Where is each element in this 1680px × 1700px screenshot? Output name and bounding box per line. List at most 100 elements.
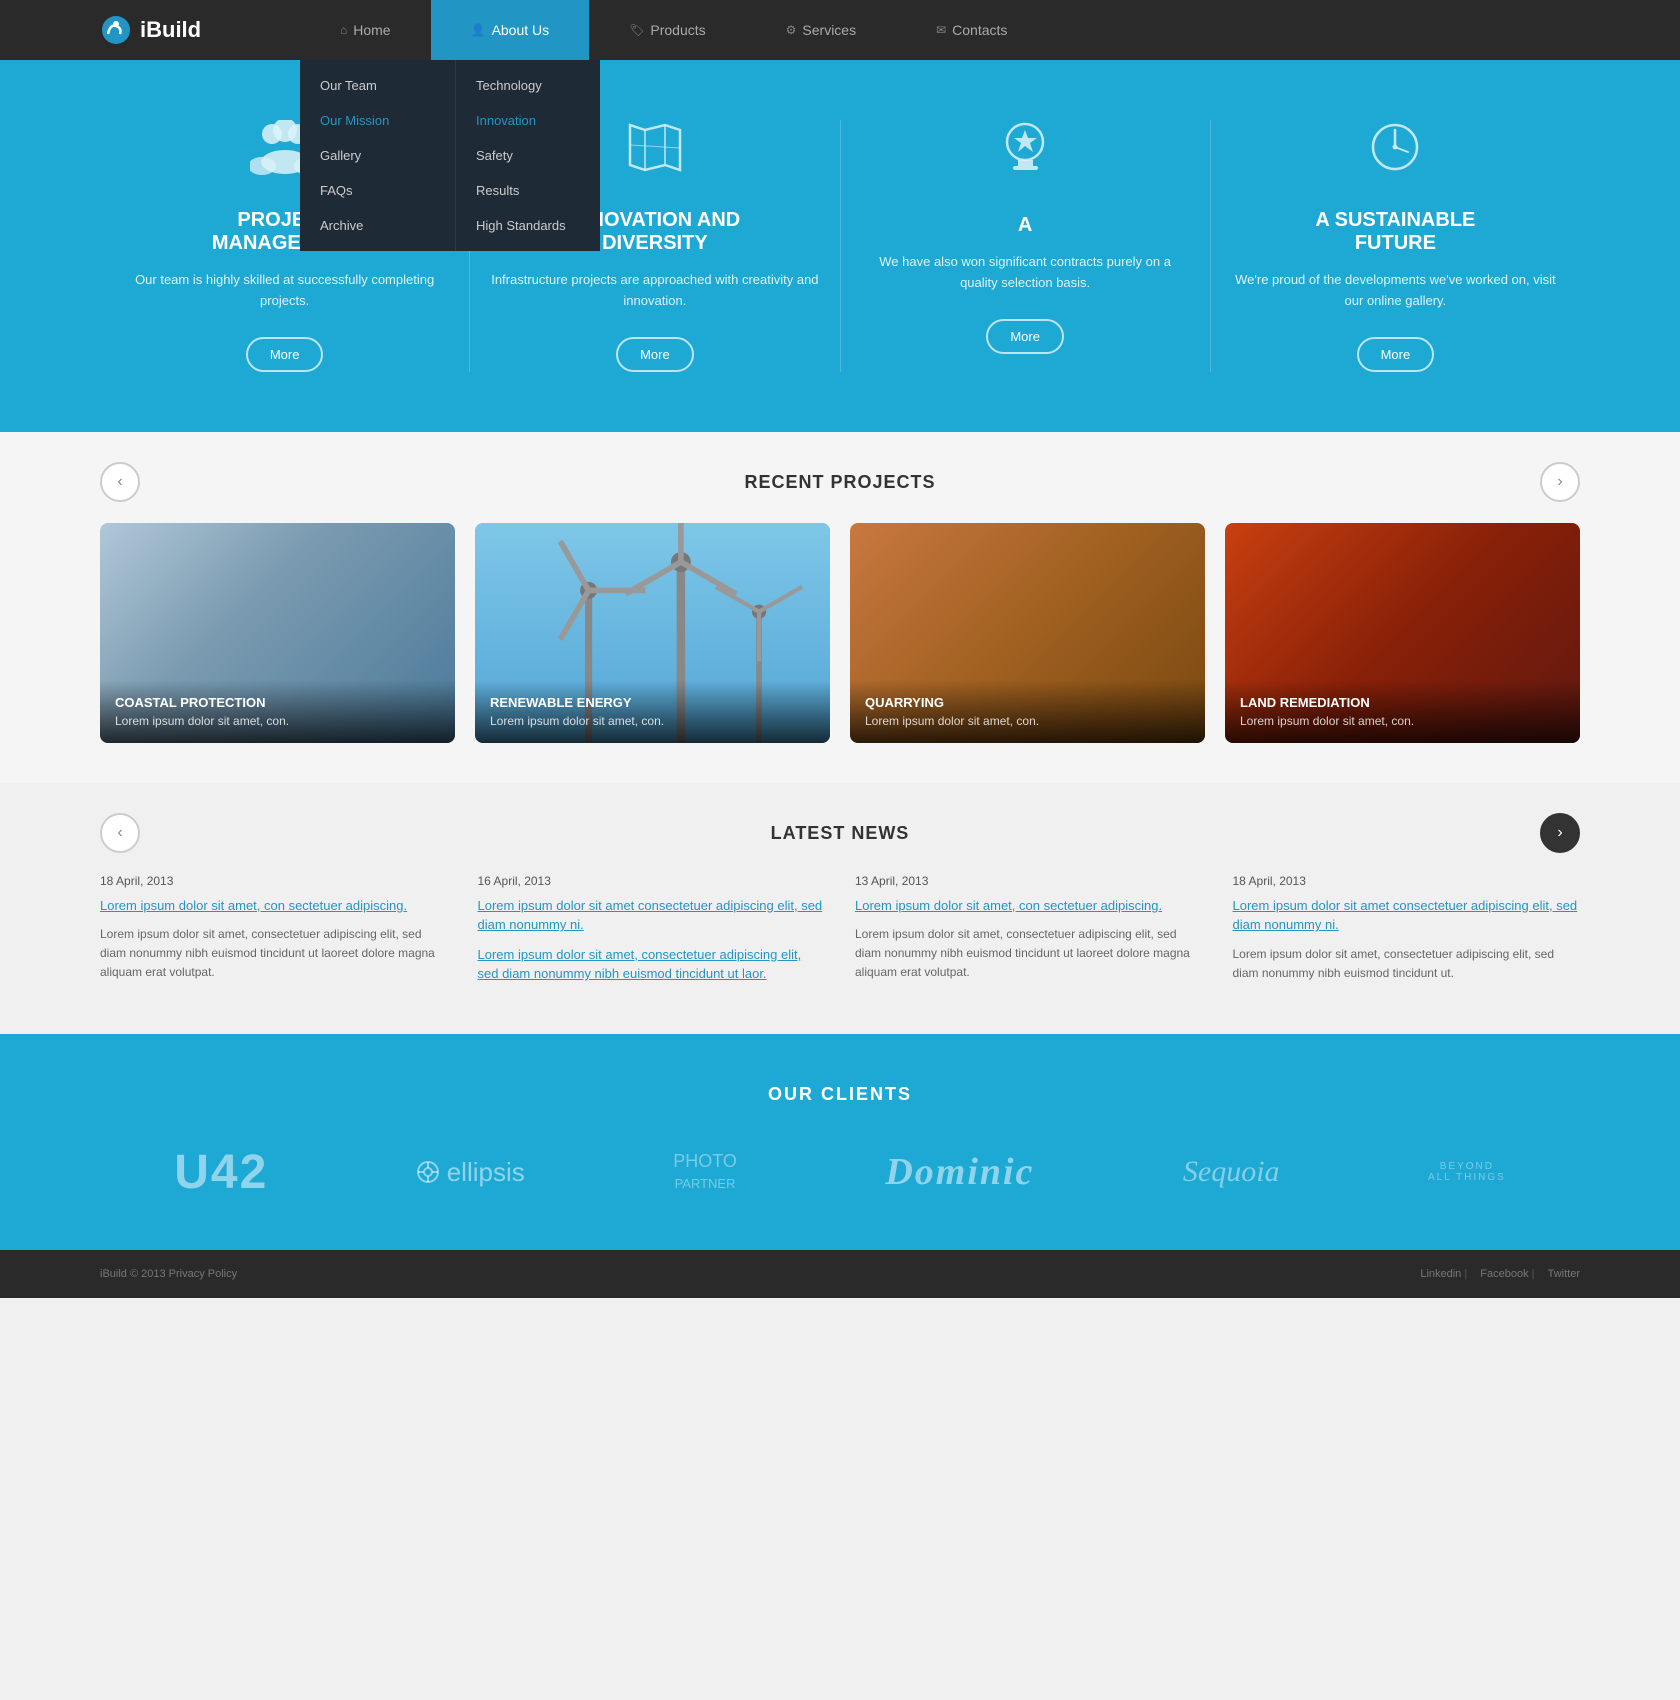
hero-title-4: A SUSTAINABLEFUTURE (1231, 209, 1560, 255)
news-link-3[interactable]: Lorem ipsum dolor sit amet, con sectetue… (855, 896, 1203, 916)
nav-products[interactable]: 🏷 Products (589, 0, 745, 60)
latest-news-header: ‹ LATEST NEWS › (100, 823, 1580, 844)
project-name-wind: RENEWABLE ENERGY (490, 695, 815, 710)
logo-icon (100, 14, 132, 46)
nav-contacts[interactable]: ✉ Contacts (896, 0, 1047, 60)
dropdown-col1: Our Team Our Mission Gallery FAQs Archiv… (300, 60, 455, 251)
dropdown-innovation[interactable]: Innovation (456, 103, 600, 138)
latest-news-section: ‹ LATEST NEWS › 18 April, 2013 Lorem ips… (0, 783, 1680, 1034)
clients-grid: U42 ellipsis PHOTOPARTNER Dominic Sequoi… (100, 1145, 1580, 1200)
hero-title-3: A (861, 214, 1190, 237)
hero-btn-3[interactable]: More (986, 319, 1064, 354)
client-u42: U42 (174, 1145, 268, 1200)
clients-section: OUR CLIENTS U42 ellipsis PHOTOPARTNER Do… (0, 1034, 1680, 1250)
news-item-1: 18 April, 2013 Lorem ipsum dolor sit ame… (100, 874, 448, 994)
footer-facebook[interactable]: Facebook (1480, 1268, 1528, 1280)
logo-text: iBuild (140, 17, 201, 43)
client-sequoia: Sequoia (1183, 1155, 1280, 1189)
main-nav: ⌂ Home 👤 About Us 🏷 Products ⚙ Services … (300, 0, 1680, 60)
project-overlay-land: LAND REMEDIATION Lorem ipsum dolor sit a… (1225, 680, 1580, 743)
client-dominic: Dominic (885, 1150, 1034, 1194)
project-name-land: LAND REMEDIATION (1240, 695, 1565, 710)
dropdown-high-standards[interactable]: High Standards (456, 208, 600, 243)
clock-icon (1231, 120, 1560, 189)
contact-icon: ✉ (936, 23, 946, 37)
project-card-wind[interactable]: RENEWABLE ENERGY Lorem ipsum dolor sit a… (475, 523, 830, 743)
latest-news-title: LATEST NEWS (771, 823, 910, 844)
projects-prev-btn[interactable]: ‹ (100, 462, 140, 502)
client-ellipsis: ellipsis (417, 1157, 525, 1188)
hero-desc-2: Infrastructure projects are approached w… (490, 270, 819, 312)
project-desc-land: Lorem ipsum dolor sit amet, con. (1240, 714, 1565, 728)
hero-card-sustainable: A SUSTAINABLEFUTURE We're proud of the d… (1211, 120, 1580, 372)
news-date-1: 18 April, 2013 (100, 874, 448, 888)
dropdown-safety[interactable]: Safety (456, 138, 600, 173)
news-link-1[interactable]: Lorem ipsum dolor sit amet, con sectetue… (100, 896, 448, 916)
projects-next-btn[interactable]: › (1540, 462, 1580, 502)
recent-projects-title: RECENT PROJECTS (744, 472, 935, 493)
project-card-coastal[interactable]: COASTAL PROTECTION Lorem ipsum dolor sit… (100, 523, 455, 743)
news-item-3: 13 April, 2013 Lorem ipsum dolor sit ame… (855, 874, 1203, 994)
project-overlay-coastal: COASTAL PROTECTION Lorem ipsum dolor sit… (100, 680, 455, 743)
hero-section: PROJECTMANAGEMENT Our team is highly ski… (0, 60, 1680, 432)
project-name-quarry: QUARRYING (865, 695, 1190, 710)
news-grid: 18 April, 2013 Lorem ipsum dolor sit ame… (100, 874, 1580, 994)
hero-desc-1: Our team is highly skilled at successful… (120, 270, 449, 312)
tag-icon: 🏷 (629, 23, 644, 37)
dropdown-gallery[interactable]: Gallery (300, 138, 455, 173)
footer-copyright: iBuild © 2013 Privacy Policy (100, 1268, 237, 1280)
dropdown-our-mission[interactable]: Our Mission (300, 103, 455, 138)
logo-area: iBuild (0, 14, 300, 46)
clients-title: OUR CLIENTS (100, 1084, 1580, 1105)
recent-projects-header: ‹ RECENT PROJECTS › (100, 472, 1580, 493)
news-body-3: Lorem ipsum dolor sit amet, consectetuer… (855, 925, 1203, 983)
recent-projects-section: ‹ RECENT PROJECTS › COASTAL PROTECTION L… (0, 432, 1680, 783)
news-link-4[interactable]: Lorem ipsum dolor sit amet consectetuer … (1233, 896, 1581, 935)
project-card-land[interactable]: LAND REMEDIATION Lorem ipsum dolor sit a… (1225, 523, 1580, 743)
award-icon (861, 120, 1190, 194)
footer-linkedin[interactable]: Linkedin (1420, 1268, 1461, 1280)
home-icon: ⌂ (340, 23, 347, 37)
nav-services[interactable]: ⚙ Services (746, 0, 896, 60)
news-link-2[interactable]: Lorem ipsum dolor sit amet consectetuer … (478, 896, 826, 935)
hero-card-award: A We have also won significant contracts… (841, 120, 1211, 372)
footer-links: Linkedin | Facebook | Twitter (1410, 1268, 1580, 1280)
dropdown-technology[interactable]: Technology (456, 68, 600, 103)
ellipsis-icon (417, 1161, 439, 1183)
client-photopartner: PHOTOPARTNER (673, 1151, 737, 1193)
nav-home[interactable]: ⌂ Home (300, 0, 431, 60)
news-item-4: 18 April, 2013 Lorem ipsum dolor sit ame… (1233, 874, 1581, 994)
user-icon: 👤 (471, 23, 486, 37)
nav-about-us[interactable]: 👤 About Us (431, 0, 590, 60)
news-body-link-2[interactable]: Lorem ipsum dolor sit amet, consectetuer… (478, 945, 826, 984)
project-desc-coastal: Lorem ipsum dolor sit amet, con. (115, 714, 440, 728)
project-name-coastal: COASTAL PROTECTION (115, 695, 440, 710)
news-body-4: Lorem ipsum dolor sit amet, consectetuer… (1233, 945, 1581, 983)
footer-twitter[interactable]: Twitter (1548, 1268, 1580, 1280)
hero-desc-3: We have also won significant contracts p… (861, 252, 1190, 294)
news-prev-btn[interactable]: ‹ (100, 813, 140, 853)
news-body-1: Lorem ipsum dolor sit amet, consectetuer… (100, 925, 448, 983)
project-desc-wind: Lorem ipsum dolor sit amet, con. (490, 714, 815, 728)
hero-btn-4[interactable]: More (1357, 337, 1435, 372)
footer: iBuild © 2013 Privacy Policy Linkedin | … (0, 1250, 1680, 1298)
hero-desc-4: We're proud of the developments we've wo… (1231, 270, 1560, 312)
news-date-4: 18 April, 2013 (1233, 874, 1581, 888)
gear-icon: ⚙ (786, 23, 797, 37)
dropdown-archive[interactable]: Archive (300, 208, 455, 243)
projects-grid: COASTAL PROTECTION Lorem ipsum dolor sit… (100, 523, 1580, 743)
project-desc-quarry: Lorem ipsum dolor sit amet, con. (865, 714, 1190, 728)
client-ellipsis-text: ellipsis (447, 1157, 525, 1188)
news-date-2: 16 April, 2013 (478, 874, 826, 888)
news-item-2: 16 April, 2013 Lorem ipsum dolor sit ame… (478, 874, 826, 994)
dropdown-our-team[interactable]: Our Team (300, 68, 455, 103)
project-overlay-quarry: QUARRYING Lorem ipsum dolor sit amet, co… (850, 680, 1205, 743)
hero-btn-1[interactable]: More (246, 337, 324, 372)
dropdown-faqs[interactable]: FAQs (300, 173, 455, 208)
hero-btn-2[interactable]: More (616, 337, 694, 372)
project-overlay-wind: RENEWABLE ENERGY Lorem ipsum dolor sit a… (475, 680, 830, 743)
about-us-dropdown: Our Team Our Mission Gallery FAQs Archiv… (300, 60, 600, 251)
project-card-quarry[interactable]: QUARRYING Lorem ipsum dolor sit amet, co… (850, 523, 1205, 743)
dropdown-results[interactable]: Results (456, 173, 600, 208)
news-next-btn[interactable]: › (1540, 813, 1580, 853)
